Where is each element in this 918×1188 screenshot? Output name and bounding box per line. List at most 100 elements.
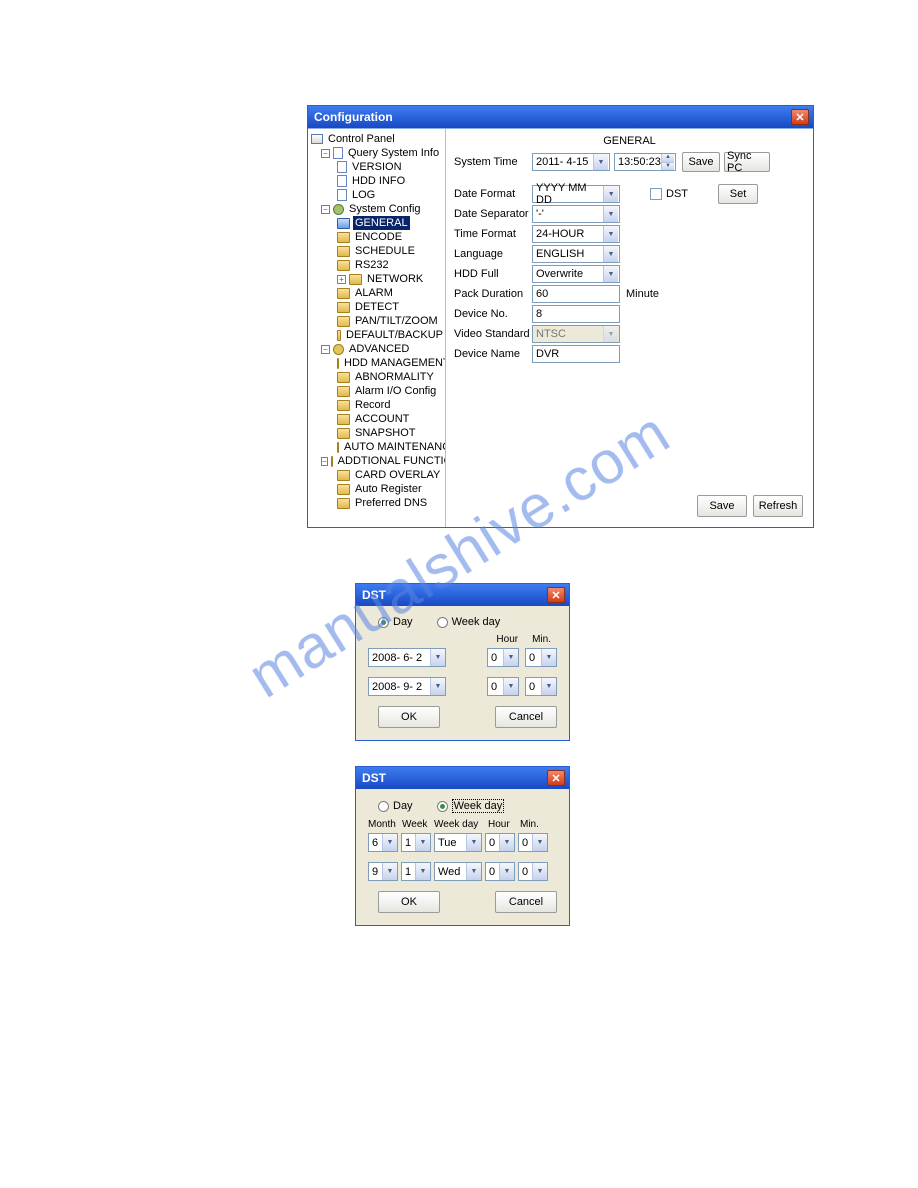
dst-end-min[interactable]: 0▼ <box>518 862 548 881</box>
tree-schedule[interactable]: SCHEDULE <box>353 244 417 258</box>
dst-start-hour[interactable]: 0▼ <box>485 833 515 852</box>
chevron-down-icon[interactable]: ▼ <box>430 649 445 666</box>
chevron-down-icon[interactable]: ▼ <box>541 649 556 666</box>
refresh-button[interactable]: Refresh <box>753 495 803 517</box>
close-icon[interactable]: ✕ <box>791 109 809 125</box>
dst-end-date[interactable]: 2008- 9- 2▼ <box>368 677 446 696</box>
cancel-button[interactable]: Cancel <box>495 706 557 728</box>
pack-duration-input[interactable]: 60 <box>532 285 620 303</box>
dst-start-min[interactable]: 0▼ <box>518 833 548 852</box>
device-no-input[interactable]: 8 <box>532 305 620 323</box>
chevron-down-icon[interactable]: ▼ <box>466 834 481 851</box>
chevron-down-icon[interactable]: ▼ <box>532 863 547 880</box>
chevron-down-icon[interactable]: ▼ <box>503 649 518 666</box>
tree-rs232[interactable]: RS232 <box>353 258 391 272</box>
dst-start-month[interactable]: 6▼ <box>368 833 398 852</box>
tree-version[interactable]: VERSION <box>350 160 404 174</box>
chevron-down-icon[interactable]: ▼ <box>532 834 547 851</box>
tree-network[interactable]: NETWORK <box>365 272 425 286</box>
tree-preferreddns[interactable]: Preferred DNS <box>353 496 429 510</box>
chevron-down-icon[interactable]: ▼ <box>499 834 514 851</box>
dst-end-hour[interactable]: 0▼ <box>487 677 519 696</box>
tree-alarm[interactable]: ALARM <box>353 286 395 300</box>
tree-advanced[interactable]: ADVANCED <box>347 342 411 356</box>
radio-weekday[interactable]: Week day <box>437 616 501 628</box>
language-select[interactable]: ENGLISH▼ <box>532 245 620 263</box>
dst-start-weekday[interactable]: Tue▼ <box>434 833 482 852</box>
tree-record[interactable]: Record <box>353 398 392 412</box>
tree-abnormality[interactable]: ABNORMALITY <box>353 370 436 384</box>
spinner-icon[interactable]: ▲▼ <box>661 154 674 170</box>
chevron-down-icon[interactable]: ▼ <box>503 678 518 695</box>
tree-autoregister[interactable]: Auto Register <box>353 482 424 496</box>
tree-cardoverlay[interactable]: CARD OVERLAY <box>353 468 442 482</box>
chevron-down-icon[interactable]: ▼ <box>415 834 430 851</box>
tree-general[interactable]: GENERAL <box>353 216 410 230</box>
tree-detect[interactable]: DETECT <box>353 300 401 314</box>
dst-end-weekday[interactable]: Wed▼ <box>434 862 482 881</box>
chevron-down-icon[interactable]: ▼ <box>541 678 556 695</box>
hdd-full-select[interactable]: Overwrite▼ <box>532 265 620 283</box>
device-name-input[interactable]: DVR <box>532 345 620 363</box>
tree-automaint[interactable]: AUTO MAINTENANCE <box>342 440 446 454</box>
tree-account[interactable]: ACCOUNT <box>353 412 411 426</box>
system-date-picker[interactable]: 2011- 4-15▼ <box>532 153 610 171</box>
sync-pc-button[interactable]: Sync PC <box>724 152 770 172</box>
dst-end-month[interactable]: 9▼ <box>368 862 398 881</box>
collapse-icon[interactable]: − <box>321 345 330 354</box>
dst-end-min[interactable]: 0▼ <box>525 677 557 696</box>
time-format-select[interactable]: 24-HOUR▼ <box>532 225 620 243</box>
config-titlebar: Configuration ✕ <box>308 106 813 128</box>
dst-start-hour[interactable]: 0▼ <box>487 648 519 667</box>
chevron-down-icon[interactable]: ▼ <box>466 863 481 880</box>
dst-start-min[interactable]: 0▼ <box>525 648 557 667</box>
chevron-down-icon[interactable]: ▼ <box>382 834 397 851</box>
radio-day[interactable]: Day <box>378 616 413 628</box>
date-separator-select[interactable]: '-'▼ <box>532 205 620 223</box>
dst-start-week[interactable]: 1▼ <box>401 833 431 852</box>
dst-end-week[interactable]: 1▼ <box>401 862 431 881</box>
close-icon[interactable]: ✕ <box>547 587 565 603</box>
dst-checkbox[interactable] <box>650 188 662 200</box>
expand-icon[interactable]: + <box>337 275 346 284</box>
tree-snapshot[interactable]: SNAPSHOT <box>353 426 418 440</box>
tree-log[interactable]: LOG <box>350 188 377 202</box>
tree-ptz[interactable]: PAN/TILT/ZOOM <box>353 314 440 328</box>
ok-button[interactable]: OK <box>378 891 440 913</box>
dst-end-hour[interactable]: 0▼ <box>485 862 515 881</box>
date-format-select[interactable]: YYYY MM DD▼ <box>532 185 620 203</box>
chevron-down-icon[interactable]: ▼ <box>415 863 430 880</box>
ok-button[interactable]: OK <box>378 706 440 728</box>
collapse-icon[interactable]: − <box>321 205 330 214</box>
radio-day[interactable]: Day <box>378 799 413 813</box>
tree-hddinfo[interactable]: HDD INFO <box>350 174 407 188</box>
save-button[interactable]: Save <box>697 495 747 517</box>
dst-start-date[interactable]: 2008- 6- 2▼ <box>368 648 446 667</box>
chevron-down-icon[interactable]: ▼ <box>593 154 608 170</box>
save-time-button[interactable]: Save <box>682 152 720 172</box>
chevron-down-icon[interactable]: ▼ <box>499 863 514 880</box>
chevron-down-icon[interactable]: ▼ <box>603 246 618 262</box>
chevron-down-icon[interactable]: ▼ <box>430 678 445 695</box>
chevron-down-icon[interactable]: ▼ <box>382 863 397 880</box>
close-icon[interactable]: ✕ <box>547 770 565 786</box>
collapse-icon[interactable]: − <box>321 457 328 466</box>
tree-alarmio[interactable]: Alarm I/O Config <box>353 384 438 398</box>
set-button[interactable]: Set <box>718 184 758 204</box>
tree-addfunc[interactable]: ADDTIONAL FUNCTION <box>336 454 446 468</box>
radio-weekday[interactable]: Week day <box>437 799 505 813</box>
system-time-spinner[interactable]: 13:50:23▲▼ <box>614 153 676 171</box>
chevron-down-icon[interactable]: ▼ <box>603 266 618 282</box>
chevron-down-icon[interactable]: ▼ <box>603 206 618 222</box>
chevron-down-icon[interactable]: ▼ <box>603 186 618 202</box>
cancel-button[interactable]: Cancel <box>495 891 557 913</box>
collapse-icon[interactable]: − <box>321 149 330 158</box>
chevron-down-icon[interactable]: ▼ <box>603 226 618 242</box>
tree-hddmgmt[interactable]: HDD MANAGEMENT <box>342 356 446 370</box>
tree-defbk[interactable]: DEFAULT/BACKUP <box>344 328 445 342</box>
tree-sysconf[interactable]: System Config <box>347 202 423 216</box>
tree-qsi[interactable]: Query System Info <box>346 146 441 160</box>
nav-tree[interactable]: Control Panel − Query System Info VERSION… <box>308 129 446 527</box>
tree-control-panel[interactable]: Control Panel <box>326 132 397 146</box>
tree-encode[interactable]: ENCODE <box>353 230 404 244</box>
